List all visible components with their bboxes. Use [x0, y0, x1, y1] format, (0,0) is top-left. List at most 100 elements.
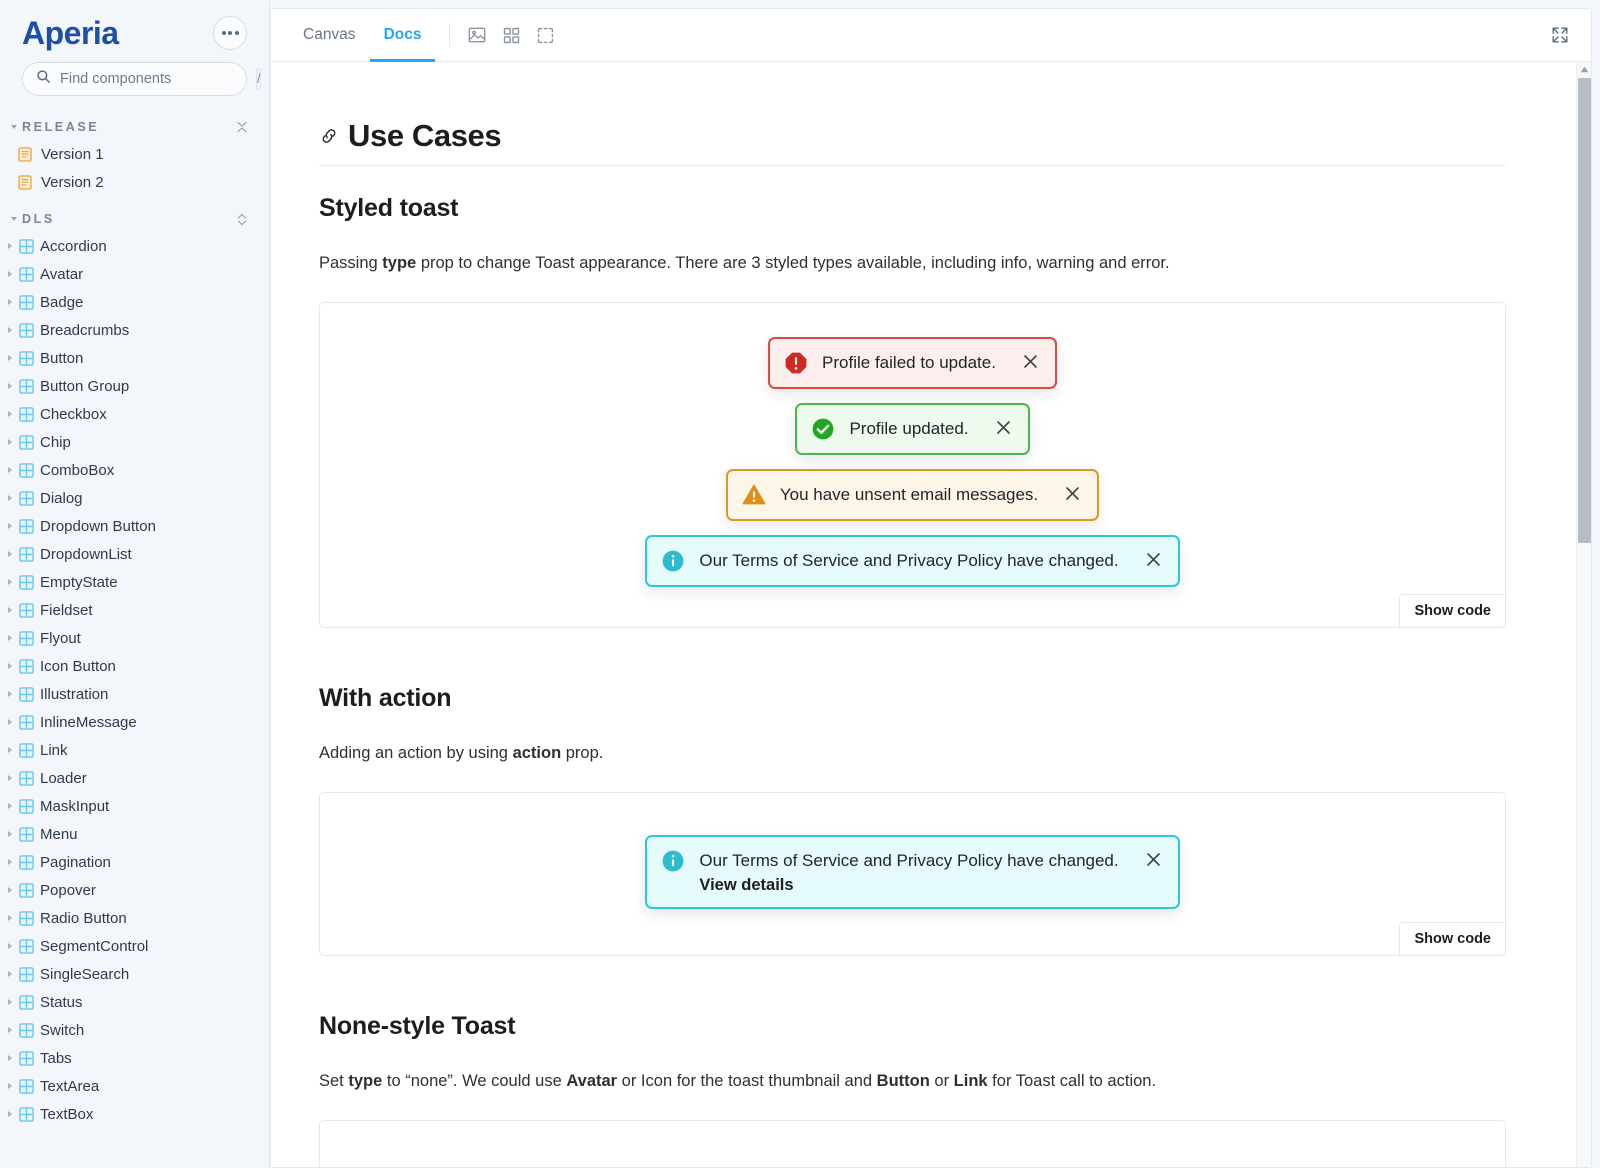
sidebar-item-accordion[interactable]: Accordion	[0, 232, 269, 260]
close-icon[interactable]	[1064, 483, 1081, 502]
chevron-right-icon[interactable]	[8, 243, 12, 249]
scrollbar-thumb[interactable]	[1578, 78, 1591, 543]
sidebar-group-dls[interactable]: DLS	[0, 196, 269, 232]
chevron-right-icon[interactable]	[8, 719, 12, 725]
link-anchor-icon[interactable]	[319, 126, 339, 146]
show-code-button[interactable]: Show code	[1399, 922, 1506, 956]
sidebar-item-emptystate[interactable]: EmptyState	[0, 568, 269, 596]
chevron-right-icon[interactable]	[8, 523, 12, 529]
chevron-right-icon[interactable]	[8, 551, 12, 557]
sidebar-item-badge[interactable]: Badge	[0, 288, 269, 316]
sidebar-item-label: Avatar	[40, 266, 83, 283]
chevron-right-icon[interactable]	[8, 747, 12, 753]
chevron-right-icon[interactable]	[8, 859, 12, 865]
sidebar-item-illustration[interactable]: Illustration	[0, 680, 269, 708]
sidebar-item-fieldset[interactable]: Fieldset	[0, 596, 269, 624]
chevron-right-icon[interactable]	[8, 775, 12, 781]
grid-icon[interactable]	[494, 9, 528, 61]
scroll-up-arrow-icon[interactable]	[1577, 62, 1591, 77]
chevron-right-icon[interactable]	[8, 355, 12, 361]
brand-logo[interactable]: Aperia	[22, 17, 119, 49]
chevron-right-icon[interactable]	[8, 635, 12, 641]
close-icon[interactable]	[1145, 549, 1162, 568]
sidebar-item-icon-button[interactable]: Icon Button	[0, 652, 269, 680]
chevron-right-icon[interactable]	[8, 467, 12, 473]
sidebar-item-button-group[interactable]: Button Group	[0, 372, 269, 400]
toast-action-link[interactable]: View details	[699, 876, 1118, 895]
sidebar-item-checkbox[interactable]: Checkbox	[0, 400, 269, 428]
chevron-right-icon[interactable]	[8, 1111, 12, 1117]
sidebar-group-release[interactable]: RELEASE	[0, 110, 269, 140]
sidebar-item-flyout[interactable]: Flyout	[0, 624, 269, 652]
collapse-icon[interactable]	[233, 121, 251, 133]
chevron-right-icon[interactable]	[8, 271, 12, 277]
chevron-right-icon[interactable]	[8, 663, 12, 669]
sidebar-item-inlinemessage[interactable]: InlineMessage	[0, 708, 269, 736]
chevron-right-icon[interactable]	[8, 495, 12, 501]
chevron-right-icon[interactable]	[8, 439, 12, 445]
preview-box-with-action: Our Terms of Service and Privacy Policy …	[319, 792, 1506, 956]
image-icon[interactable]	[460, 9, 494, 61]
selection-box-icon[interactable]	[528, 9, 562, 61]
expand-collapse-icon[interactable]	[233, 213, 251, 226]
sidebar-item-dropdownlist[interactable]: DropdownList	[0, 540, 269, 568]
chevron-right-icon[interactable]	[8, 1083, 12, 1089]
sidebar-item-breadcrumbs[interactable]: Breadcrumbs	[0, 316, 269, 344]
component-icon	[19, 435, 34, 450]
sidebar-item-button[interactable]: Button	[0, 344, 269, 372]
sidebar-nav: RELEASE Version 1	[0, 110, 269, 1168]
document-icon	[18, 175, 32, 190]
close-icon[interactable]	[1145, 849, 1162, 868]
sidebar-item-status[interactable]: Status	[0, 988, 269, 1016]
sidebar-item-chip[interactable]: Chip	[0, 428, 269, 456]
sidebar-item-singlesearch[interactable]: SingleSearch	[0, 960, 269, 988]
search-box[interactable]: /	[22, 62, 247, 96]
vertical-scrollbar[interactable]	[1576, 62, 1591, 1167]
search-input[interactable]	[60, 71, 247, 87]
sidebar-item-link[interactable]: Link	[0, 736, 269, 764]
toolbar-spacer	[562, 9, 1543, 61]
chevron-right-icon[interactable]	[8, 803, 12, 809]
sidebar-item-pagination[interactable]: Pagination	[0, 848, 269, 876]
sidebar-item-combobox[interactable]: ComboBox	[0, 456, 269, 484]
chevron-right-icon[interactable]	[8, 831, 12, 837]
sidebar-item-radio-button[interactable]: Radio Button	[0, 904, 269, 932]
sidebar-item-textbox[interactable]: TextBox	[0, 1100, 269, 1128]
show-code-button[interactable]: Show code	[1399, 594, 1506, 628]
sidebar-item-popover[interactable]: Popover	[0, 876, 269, 904]
chevron-right-icon[interactable]	[8, 607, 12, 613]
chevron-right-icon[interactable]	[8, 691, 12, 697]
tab-canvas[interactable]: Canvas	[289, 9, 370, 61]
sidebar-item-menu[interactable]: Menu	[0, 820, 269, 848]
sidebar-item-textarea[interactable]: TextArea	[0, 1072, 269, 1100]
chevron-right-icon[interactable]	[8, 887, 12, 893]
chevron-right-icon[interactable]	[8, 971, 12, 977]
chevron-right-icon[interactable]	[8, 915, 12, 921]
sidebar-item-avatar[interactable]: Avatar	[0, 260, 269, 288]
more-options-button[interactable]	[213, 16, 247, 50]
sidebar-item-version-1[interactable]: Version 1	[0, 140, 269, 168]
fullscreen-icon[interactable]	[1543, 9, 1577, 61]
sidebar-item-maskinput[interactable]: MaskInput	[0, 792, 269, 820]
chevron-right-icon[interactable]	[8, 383, 12, 389]
chevron-right-icon[interactable]	[8, 299, 12, 305]
close-icon[interactable]	[995, 417, 1012, 436]
chevron-right-icon[interactable]	[8, 1055, 12, 1061]
sidebar-item-dialog[interactable]: Dialog	[0, 484, 269, 512]
search-icon	[36, 69, 51, 89]
toast-info-with-action: Our Terms of Service and Privacy Policy …	[645, 835, 1179, 909]
chevron-right-icon[interactable]	[8, 1027, 12, 1033]
chevron-right-icon[interactable]	[8, 943, 12, 949]
sidebar-item-segmentcontrol[interactable]: SegmentControl	[0, 932, 269, 960]
tab-docs[interactable]: Docs	[370, 9, 436, 61]
sidebar-item-switch[interactable]: Switch	[0, 1016, 269, 1044]
chevron-right-icon[interactable]	[8, 999, 12, 1005]
close-icon[interactable]	[1022, 351, 1039, 370]
sidebar-item-tabs[interactable]: Tabs	[0, 1044, 269, 1072]
sidebar-item-loader[interactable]: Loader	[0, 764, 269, 792]
chevron-right-icon[interactable]	[8, 411, 12, 417]
chevron-right-icon[interactable]	[8, 579, 12, 585]
chevron-right-icon[interactable]	[8, 327, 12, 333]
sidebar-item-dropdown-button[interactable]: Dropdown Button	[0, 512, 269, 540]
sidebar-item-version-2[interactable]: Version 2	[0, 168, 269, 196]
